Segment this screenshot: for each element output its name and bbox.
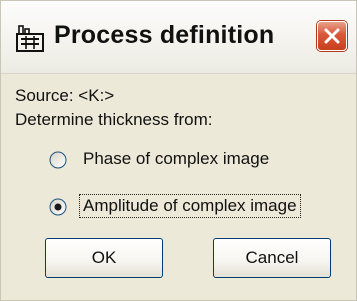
thickness-prompt: Determine thickness from:	[15, 110, 213, 129]
radio-amplitude-selected-icon[interactable]	[49, 198, 67, 216]
close-icon	[324, 28, 340, 44]
close-button[interactable]	[317, 21, 347, 51]
option-phase-label[interactable]: Phase of complex image	[81, 149, 271, 169]
option-amplitude-label[interactable]: Amplitude of complex image	[79, 194, 301, 218]
dialog-body: Source: <K:> Determine thickness from: P…	[1, 74, 356, 300]
radio-phase-unselected-icon[interactable]	[49, 151, 67, 169]
ok-button[interactable]: OK	[45, 238, 163, 278]
process-app-icon	[15, 23, 45, 53]
cancel-button[interactable]: Cancel	[213, 238, 331, 278]
process-definition-dialog: Process definition Source: <K:> Determin…	[0, 0, 357, 301]
title-bar[interactable]: Process definition	[1, 1, 356, 74]
dialog-title: Process definition	[54, 21, 275, 49]
source-label: Source: <K:>	[15, 86, 115, 105]
